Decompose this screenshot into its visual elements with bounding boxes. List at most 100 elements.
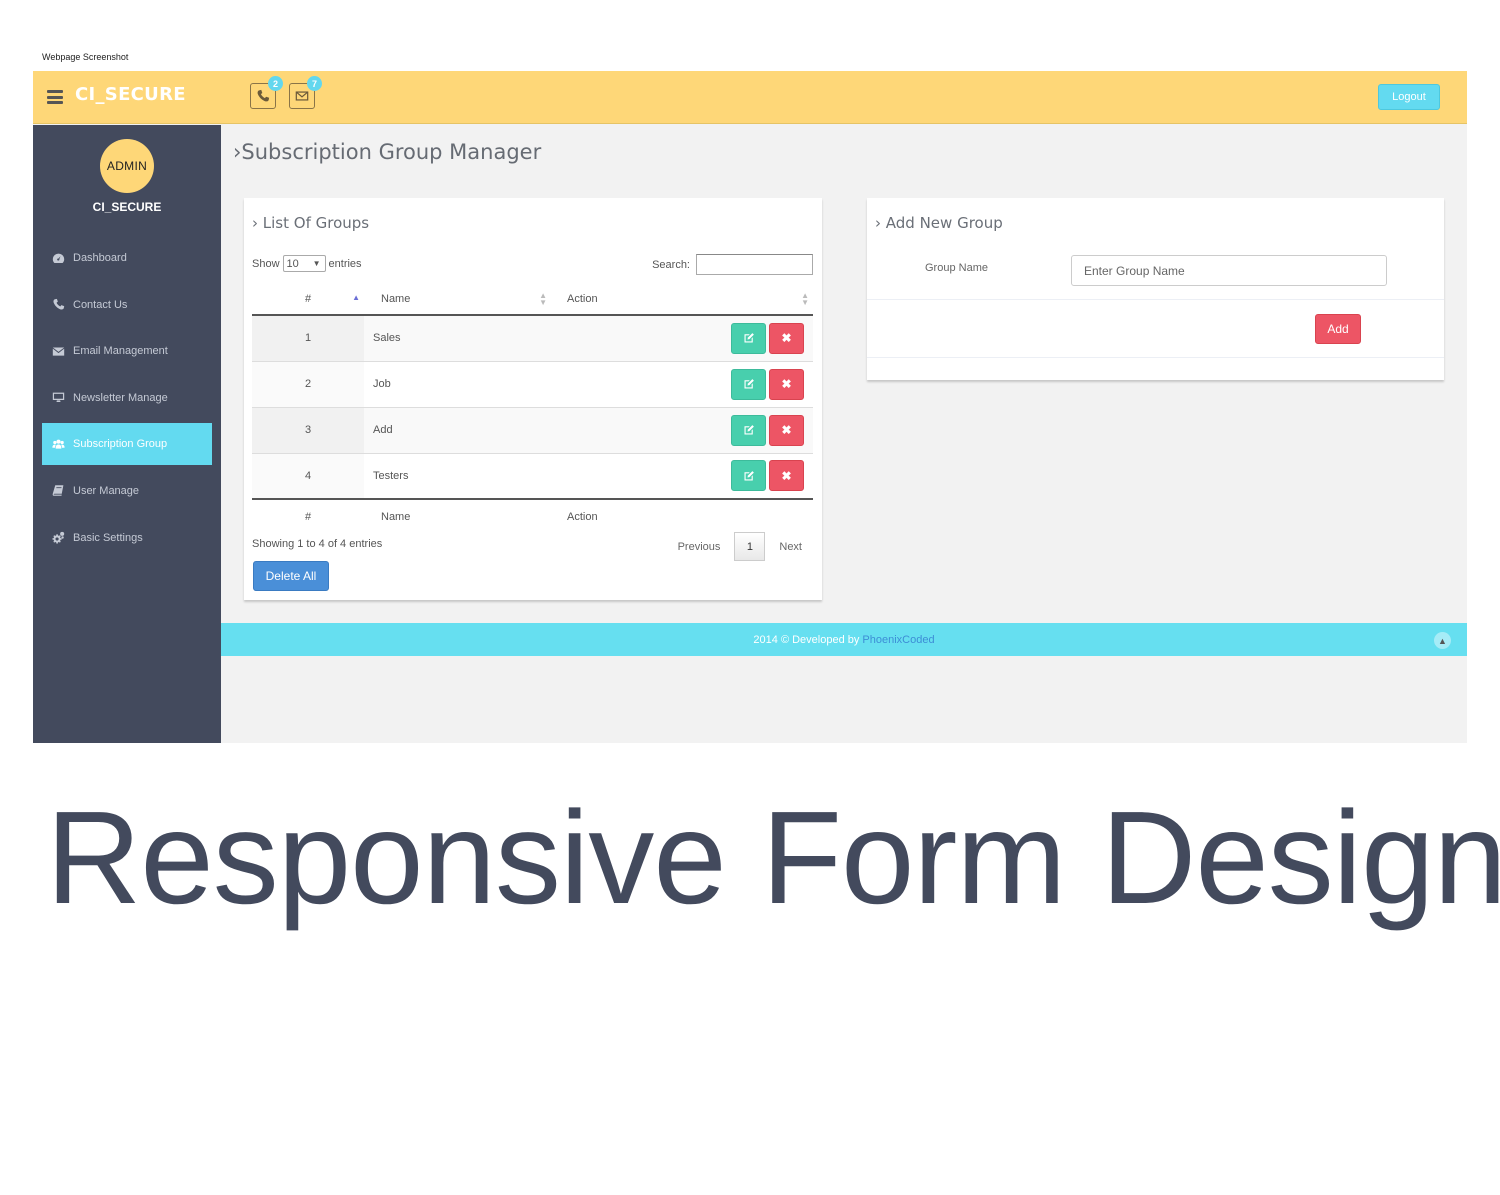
chevron-up-icon: ▲ — [1438, 635, 1447, 646]
close-icon: ✖ — [781, 468, 792, 483]
sidebar-item-label: Email Management — [73, 345, 168, 358]
row-number: 3 — [252, 406, 364, 453]
sidebar-item-dashboard[interactable]: Dashboard — [42, 237, 212, 279]
screenshot-caption: Webpage Screenshot — [42, 52, 129, 62]
caret-down-icon: ▼ — [312, 259, 321, 268]
delete-button[interactable]: ✖ — [769, 460, 804, 492]
edit-button[interactable] — [731, 414, 766, 446]
dashboard-icon — [51, 251, 65, 265]
sidebar-item-user-manage[interactable]: User Manage — [42, 470, 212, 512]
chevron-right-icon: › — [875, 214, 886, 232]
row-number: 2 — [252, 360, 364, 407]
sidebar-item-email-management[interactable]: Email Management — [42, 330, 212, 372]
divider — [867, 357, 1444, 358]
search-control: Search: — [652, 254, 813, 275]
table-row: 1 Sales ✖ — [252, 315, 813, 361]
group-name-label: Group Name — [925, 262, 988, 274]
sidebar-item-contact-us[interactable]: Contact Us — [42, 284, 212, 326]
edit-button[interactable] — [731, 368, 766, 400]
envelope-icon — [51, 344, 65, 358]
sidebar-item-label: Newsletter Manage — [73, 391, 168, 404]
envelope-icon — [295, 91, 309, 101]
sidebar-item-label: Dashboard — [73, 252, 127, 264]
row-name: Testers — [364, 452, 551, 500]
close-icon: ✖ — [781, 377, 792, 391]
footer-column-name: Name — [381, 510, 411, 523]
sidebar: ADMIN CI_SECURE Dashboard Contact Us Ema… — [33, 125, 221, 743]
previous-page-button[interactable]: Previous — [678, 541, 721, 553]
book-icon — [51, 484, 65, 498]
page-length-select[interactable]: 10 ▼ — [282, 255, 326, 272]
delete-button[interactable]: ✖ — [769, 322, 804, 354]
sidebar-nav: Dashboard Contact Us Email Management Ne… — [42, 237, 212, 563]
developer-link[interactable]: PhoenixCoded — [862, 634, 934, 646]
row-number: 4 — [252, 452, 364, 500]
mail-notification-button[interactable]: 7 — [289, 76, 322, 109]
close-icon: ✖ — [781, 331, 792, 346]
edit-icon — [744, 379, 754, 389]
mail-badge: 7 — [307, 76, 322, 91]
delete-button[interactable]: ✖ — [769, 414, 804, 446]
sidebar-item-label: Subscription Group — [73, 438, 168, 451]
sidebar-item-label: Contact Us — [73, 298, 128, 311]
delete-all-button[interactable]: Delete All — [253, 561, 329, 591]
table-row: 4 Testers ✖ — [252, 452, 813, 500]
table-info: Showing 1 to 4 of 4 entries — [252, 538, 383, 550]
sidebar-item-label: Basic Settings — [73, 531, 143, 544]
group-name-input[interactable] — [1071, 255, 1387, 286]
row-number: 1 — [252, 315, 364, 361]
edit-icon — [744, 333, 754, 343]
top-navbar: CI_SECURE 2 7 Logout — [33, 71, 1467, 124]
footer-column-action: Action — [567, 510, 598, 523]
footer-text: 2014 © Developed by — [753, 633, 860, 646]
column-header-number[interactable]: # ▲ — [252, 284, 364, 315]
column-header-name[interactable]: Name ▲ ▼ — [364, 284, 551, 315]
edit-button[interactable] — [731, 322, 766, 354]
sidebar-title: CI_SECURE — [92, 200, 162, 214]
list-of-groups-panel: › List Of Groups Show 10 ▼ entries Searc… — [244, 198, 822, 600]
sidebar-item-newsletter-manage[interactable]: Newsletter Manage — [42, 377, 212, 419]
table-footer-row: # Name Action — [252, 499, 813, 533]
row-name: Job — [364, 360, 551, 407]
sidebar-item-basic-settings[interactable]: Basic Settings — [42, 517, 212, 559]
scroll-to-top-button[interactable]: ▲ — [1434, 632, 1451, 649]
chevron-right-icon: › — [252, 214, 263, 232]
page-1-button[interactable]: 1 — [734, 532, 766, 561]
sort-icon: ▲ ▼ — [801, 291, 809, 307]
divider — [867, 299, 1444, 300]
page-length-control: Show 10 ▼ entries — [252, 255, 362, 272]
sidebar-item-subscription-group[interactable]: Subscription Group — [42, 423, 212, 466]
phone-badge: 2 — [268, 76, 283, 91]
add-new-group-panel: › Add New Group Group Name Add — [867, 198, 1444, 380]
table-header-row: # ▲ Name ▲ ▼ Action ▲ ▼ — [252, 284, 813, 315]
avatar: ADMIN — [100, 139, 154, 193]
sort-ascending-icon: ▲ — [352, 293, 360, 302]
edit-icon — [744, 470, 754, 481]
edit-button[interactable] — [731, 460, 766, 492]
groups-table: # ▲ Name ▲ ▼ Action ▲ ▼ 1 Sales ✖ 2 Job … — [252, 284, 813, 533]
row-name: Add — [364, 406, 551, 453]
page-footer: 2014 © Developed by PhoenixCoded ▲ — [221, 623, 1467, 656]
phone-notification-button[interactable]: 2 — [250, 76, 283, 109]
next-page-button[interactable]: Next — [779, 541, 802, 553]
row-name: Sales — [373, 332, 401, 345]
add-group-button[interactable]: Add — [1315, 314, 1361, 344]
sidebar-item-label: User Manage — [73, 484, 140, 497]
phone-icon — [257, 89, 270, 102]
app-window: CI_SECURE 2 7 Logout ADMIN CI_SECURE Das… — [33, 71, 1467, 743]
delete-button[interactable]: ✖ — [769, 368, 804, 400]
big-caption: Responsive Form Design — [46, 784, 1500, 931]
users-icon — [51, 437, 65, 451]
edit-icon — [744, 425, 754, 435]
search-input[interactable] — [696, 254, 813, 275]
logout-button[interactable]: Logout — [1378, 84, 1440, 110]
hamburger-menu-icon[interactable] — [47, 90, 63, 104]
brand-logo[interactable]: CI_SECURE — [75, 84, 186, 105]
column-header-action[interactable]: Action ▲ ▼ — [551, 284, 813, 315]
footer-column-number: # — [304, 510, 312, 523]
pagination: Previous 1 Next — [678, 532, 802, 561]
table-row: 3 Add ✖ — [252, 406, 813, 453]
page-title: ›Subscription Group Manager — [233, 140, 542, 164]
close-icon: ✖ — [781, 423, 792, 437]
sort-icon: ▲ ▼ — [539, 291, 547, 307]
